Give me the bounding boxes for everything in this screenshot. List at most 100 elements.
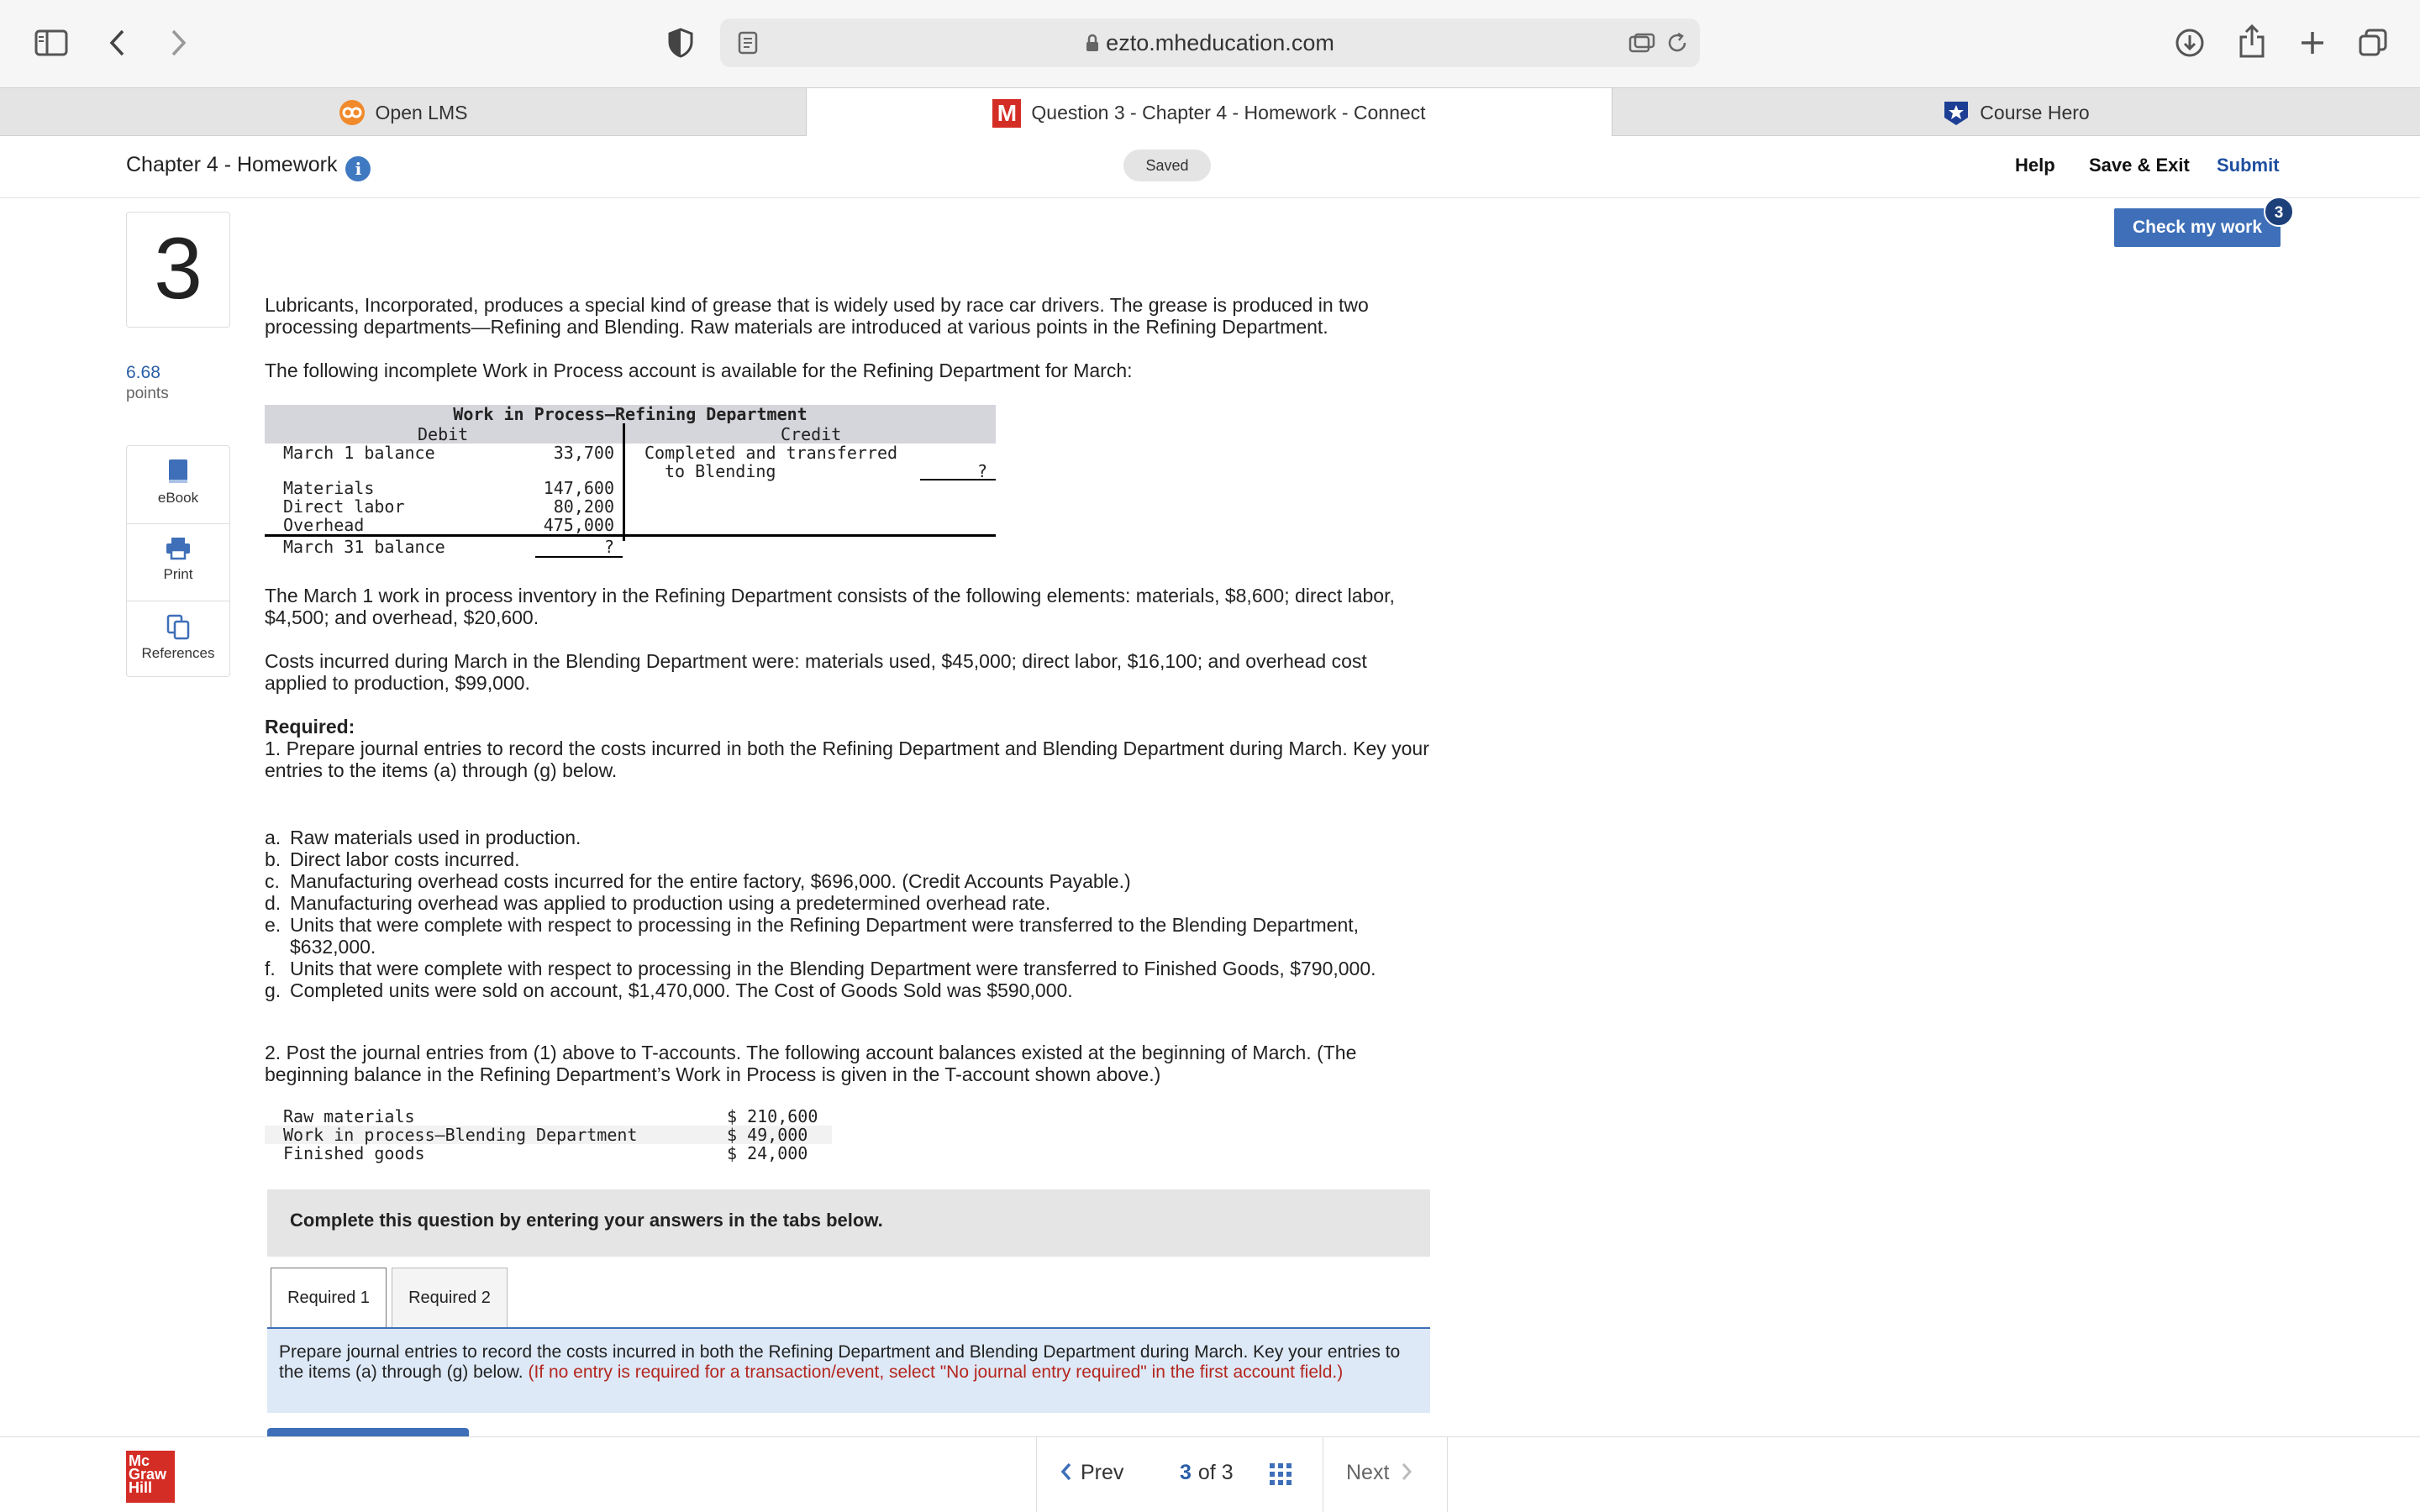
table-row: Finished goods $ 24,000	[265, 1144, 832, 1163]
table-row: Raw materials $ 210,600	[265, 1107, 832, 1126]
url-text[interactable]: ezto.mheducation.com	[720, 30, 1700, 58]
chevron-left-icon	[1060, 1462, 1072, 1487]
wip-t-account: Work in Process—Refining Department Debi…	[265, 405, 996, 558]
item-text: Units that were complete with respect to…	[290, 958, 1376, 979]
share-icon[interactable]	[2235, 22, 2269, 60]
intro-paragraph: Lubricants, Incorporated, produces a spe…	[265, 294, 1369, 338]
list-item: e. Units that were complete with respect …	[265, 914, 1433, 958]
assignment-title: Chapter 4 - Homework i	[126, 153, 371, 181]
grid-view-icon[interactable]	[1269, 1462, 1292, 1492]
item-letter: b.	[265, 848, 281, 870]
assignment-header: Chapter 4 - Homework i Saved Help Save & …	[0, 136, 2420, 198]
item-letter: d.	[265, 892, 281, 914]
assignment-title-text: Chapter 4 - Homework	[126, 153, 338, 176]
balance-label: Work in process—Blending Department	[283, 1125, 638, 1145]
references-label: References	[141, 645, 215, 661]
t-account-subheader: Debit Credit	[265, 425, 996, 444]
browser-tab-open-lms[interactable]: Open LMS	[0, 88, 806, 137]
tab-required-1[interactable]: Required 1	[271, 1268, 387, 1328]
credit-label: Credit	[781, 424, 842, 444]
tabs-overview-icon[interactable]	[1628, 29, 1656, 57]
list-item: a. Raw materials used in production.	[265, 827, 1433, 848]
download-icon[interactable]	[2173, 25, 2207, 60]
items-list: a. Raw materials used in production. b. Di…	[265, 827, 1433, 1001]
browser-tab-question[interactable]: M Question 3 - Chapter 4 - Homework - Co…	[806, 88, 1612, 138]
browser-tab-course-hero[interactable]: Course Hero	[1612, 88, 2420, 137]
check-attempts-badge: 3	[2264, 197, 2294, 227]
tab-overview-icon[interactable]	[2356, 25, 2390, 60]
info-icon[interactable]: i	[345, 156, 371, 181]
balance-underline	[535, 556, 623, 558]
list-item: f. Units that were complete with respect …	[265, 958, 1433, 979]
required-heading: Required:	[265, 716, 355, 738]
item-text: Units that were complete with respect to…	[290, 914, 1360, 958]
references-button[interactable]: References	[127, 601, 229, 678]
march1-paragraph: The March 1 work in process inventory in…	[265, 585, 1395, 628]
list-item: g. Completed units were sold on account, …	[265, 979, 1433, 1001]
wip-intro-paragraph: The following incomplete Work in Process…	[265, 360, 1133, 381]
chevron-right-icon	[1401, 1462, 1413, 1487]
browser-tab-bar: Open LMS M Question 3 - Chapter 4 - Home…	[0, 87, 2420, 138]
tab-required-2[interactable]: Required 2	[392, 1268, 508, 1328]
prev-label: Prev	[1081, 1461, 1124, 1484]
next-button[interactable]: Next	[1346, 1461, 1413, 1487]
page-total: of 3	[1197, 1461, 1234, 1484]
lock-icon	[1086, 32, 1099, 58]
debit-row-value: ?	[603, 537, 614, 557]
debit-row: Direct labor 80,200	[283, 497, 623, 516]
page-indicator[interactable]: 3 of 3	[1180, 1461, 1234, 1485]
check-my-work-button[interactable]: Check my work	[2114, 208, 2281, 247]
debit-row-label: Materials	[283, 478, 375, 498]
debit-row: March 1 balance 33,700	[283, 444, 623, 462]
debit-row-label: Overhead	[283, 515, 365, 535]
submit-link[interactable]: Submit	[2217, 155, 2280, 176]
item-text: Manufacturing overhead costs incurred fo…	[290, 870, 1131, 892]
printer-icon	[165, 536, 192, 561]
debit-row-label: March 1 balance	[283, 443, 435, 463]
points-value: 6.68	[126, 363, 160, 382]
credit-row-line2: to Blending	[665, 461, 776, 481]
open-lms-icon	[339, 99, 366, 126]
view-transaction-list-button-edge[interactable]	[267, 1428, 469, 1436]
prev-button[interactable]: Prev	[1060, 1461, 1123, 1487]
balance-label: Finished goods	[283, 1143, 425, 1163]
question-number: 3	[126, 212, 230, 328]
back-icon[interactable]	[103, 25, 133, 60]
current-page: 3	[1180, 1461, 1192, 1484]
logo-line: Hill	[129, 1479, 153, 1496]
list-item: b. Direct labor costs incurred.	[265, 848, 1433, 870]
item-text: Completed units were sold on account, $1…	[290, 979, 1073, 1001]
references-icon	[166, 613, 191, 640]
reload-icon[interactable]	[1663, 29, 1691, 57]
required-1-paragraph: 1. Prepare journal entries to record the…	[265, 738, 1429, 781]
help-link[interactable]: Help	[2015, 155, 2055, 176]
balance-value: $ 49,000	[727, 1125, 808, 1145]
debit-row-label: Direct labor	[283, 496, 405, 517]
blending-paragraph: Costs incurred during March in the Blend…	[265, 650, 1367, 694]
mcgraw-hill-logo: Mc Graw Hill	[126, 1451, 175, 1503]
forward-icon[interactable]	[163, 25, 193, 60]
points-label: points	[126, 385, 169, 402]
item-text: Direct labor costs incurred.	[290, 848, 520, 870]
table-row: Work in process—Blending Department $ 49,…	[265, 1126, 832, 1144]
new-tab-icon[interactable]	[2296, 25, 2329, 60]
sidebar-toggle-icon[interactable]	[34, 25, 69, 60]
item-letter: g.	[265, 979, 281, 1001]
tools-rail: eBook Print References	[126, 445, 230, 677]
debit-row: March 31 balance?	[283, 538, 623, 556]
save-exit-link[interactable]: Save & Exit	[2089, 155, 2190, 176]
debit-row-value: 475,000	[543, 515, 614, 535]
debit-label: Debit	[418, 424, 469, 444]
address-bar[interactable]: ezto.mheducation.com	[720, 18, 1700, 67]
item-letter: c.	[265, 870, 280, 892]
browser-tab-label: Open LMS	[375, 101, 468, 123]
balance-value: $ 210,600	[727, 1106, 818, 1126]
privacy-shield-icon[interactable]	[666, 25, 696, 60]
ebook-label: eBook	[157, 490, 199, 506]
item-letter: e.	[265, 914, 281, 936]
item-letter: a.	[265, 827, 281, 848]
list-item: d. Manufacturing overhead was applied to …	[265, 892, 1433, 914]
print-button[interactable]: Print	[127, 523, 229, 601]
ebook-button[interactable]: eBook	[127, 446, 229, 523]
debit-row-value: 80,200	[553, 496, 614, 517]
